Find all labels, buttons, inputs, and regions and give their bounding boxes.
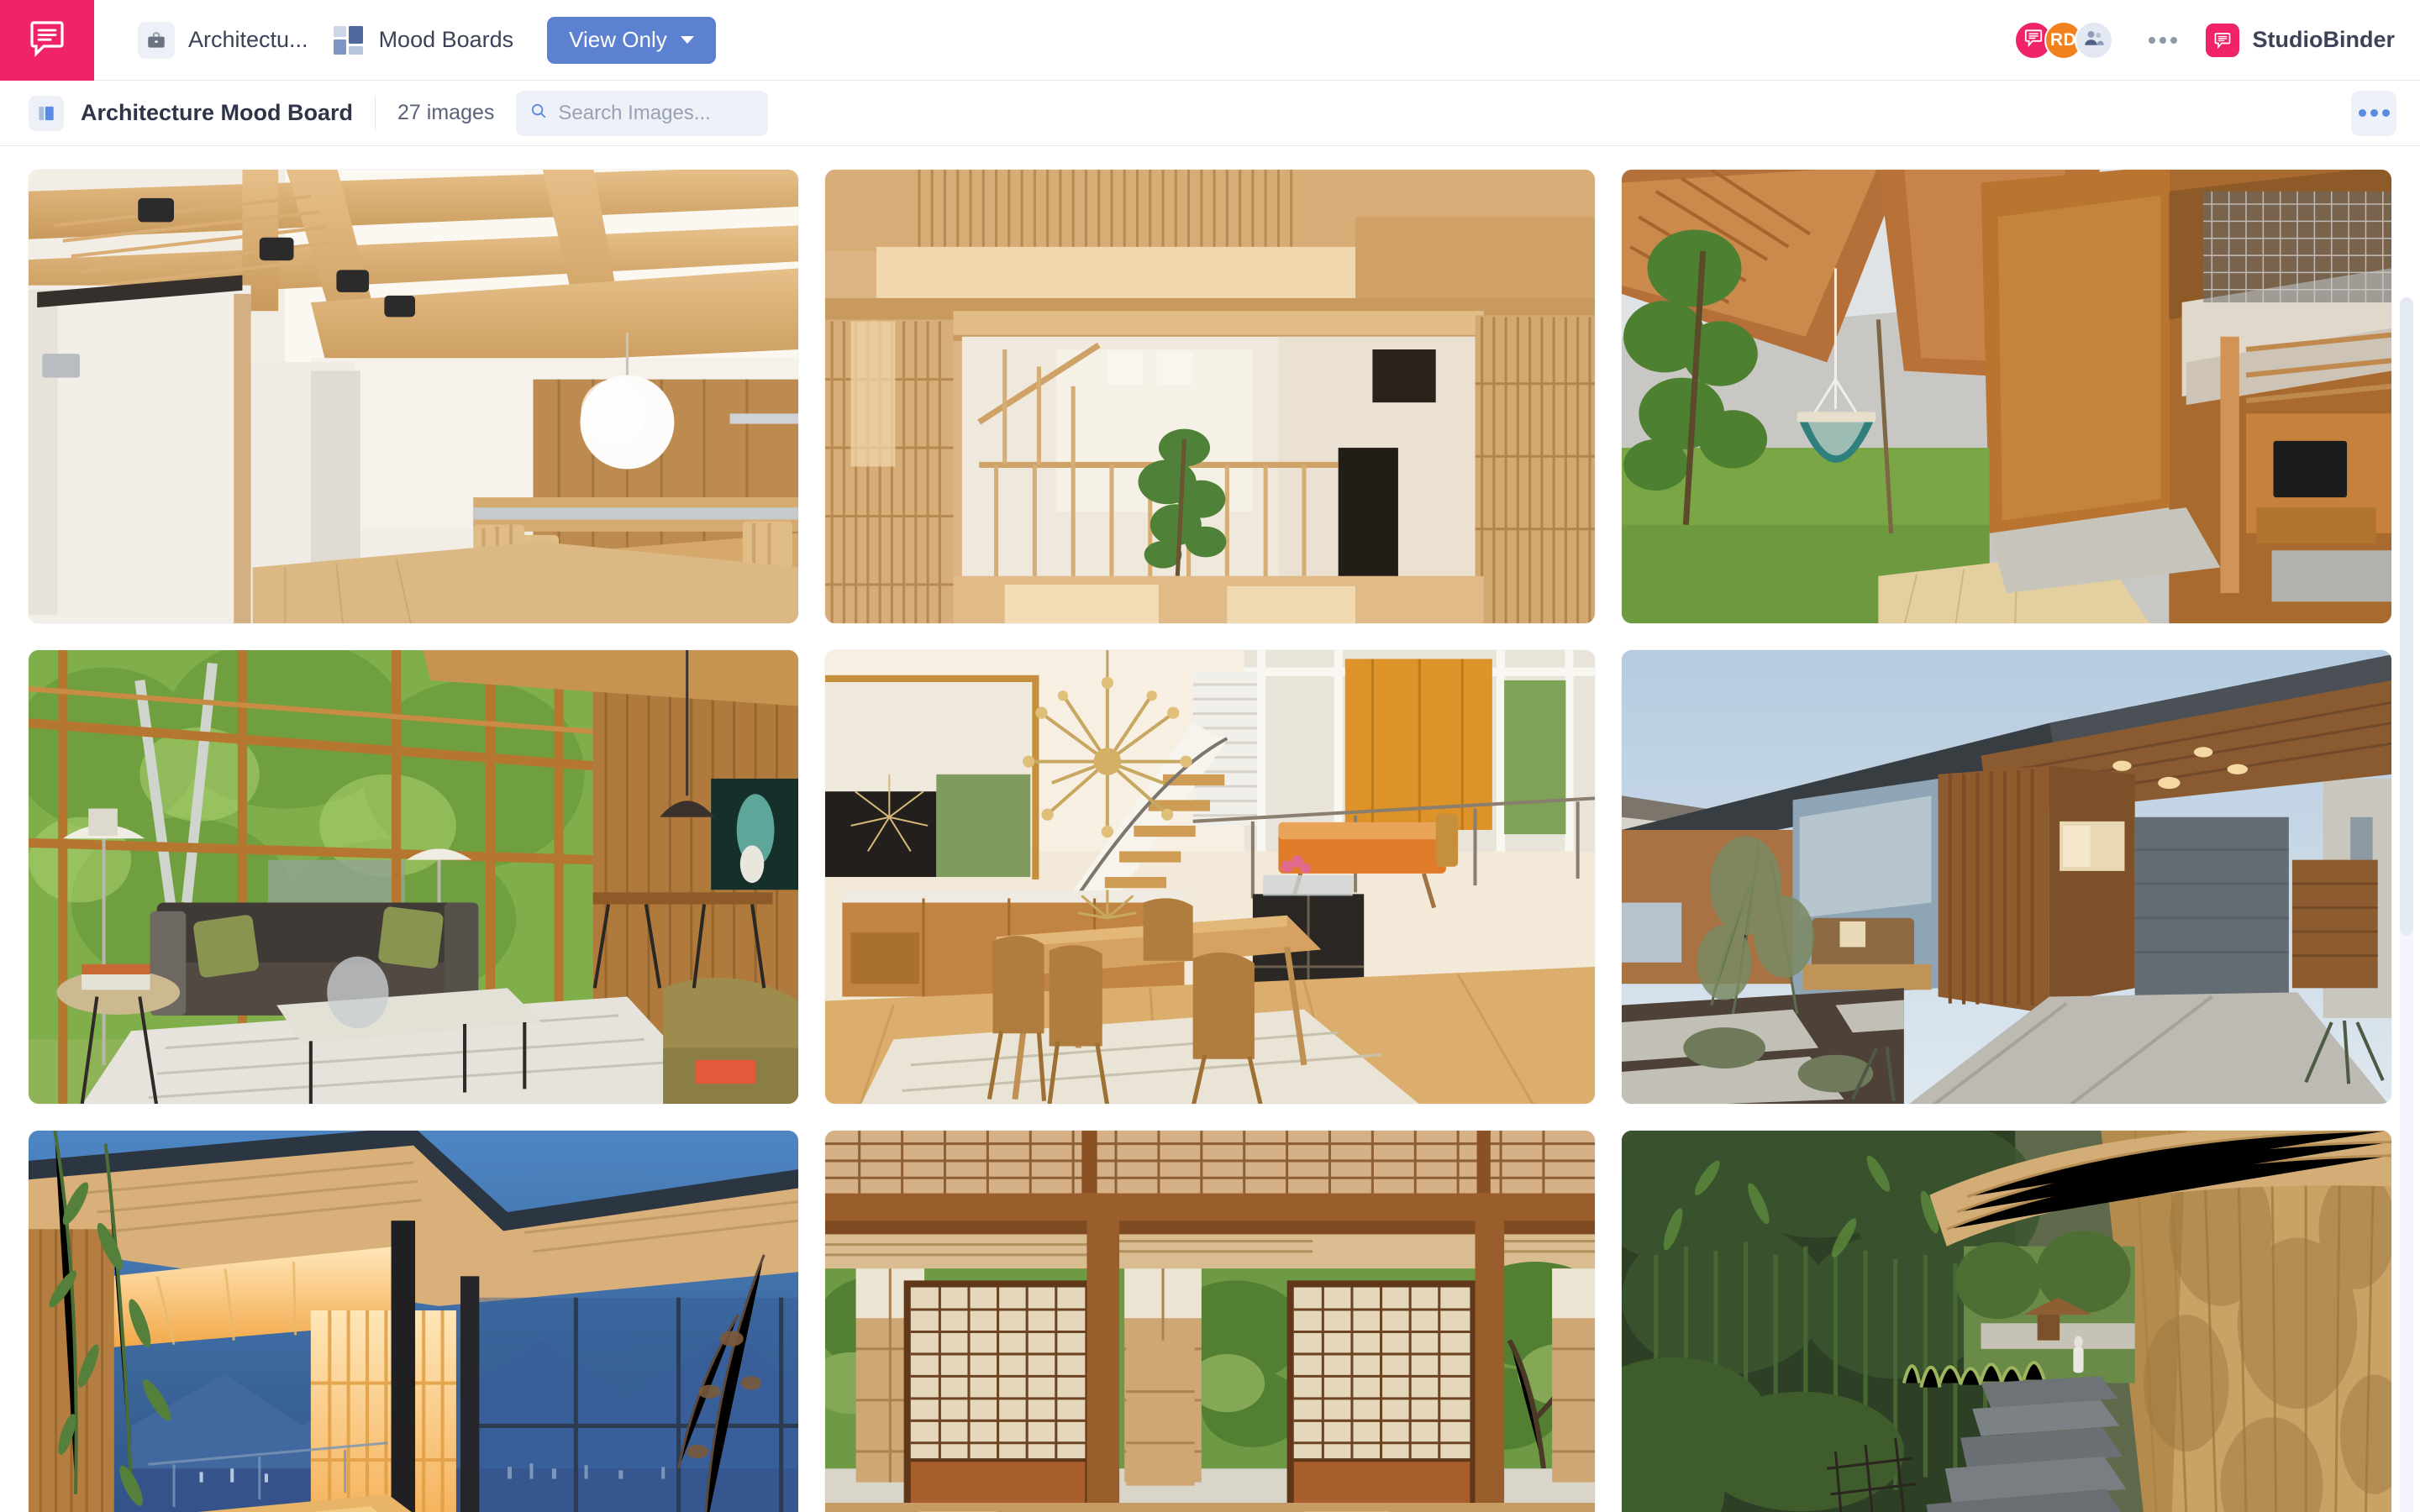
ellipsis-icon-dot — [2170, 36, 2177, 44]
page-title: Architecture Mood Board — [81, 100, 354, 125]
top-bar: Architectu... Mood Boards View Only RD S… — [0, 0, 2420, 81]
avatar-group[interactable] — [2074, 20, 2113, 60]
nav-item-project[interactable]: Architectu... — [126, 17, 320, 64]
studiobinder-chat-icon — [27, 18, 67, 62]
ellipsis-icon-dot — [2381, 109, 2390, 117]
top-navigation: Architectu... Mood Boards View Only — [126, 16, 716, 64]
briefcase-icon — [138, 21, 175, 59]
ellipsis-icon-dot — [2358, 109, 2366, 117]
search-images-field[interactable] — [516, 90, 769, 136]
board-panel-icon — [29, 95, 64, 131]
avatar-rd-initials: RD — [2049, 29, 2077, 50]
image-tile[interactable] — [1622, 1131, 2391, 1512]
ellipsis-icon-dot — [2148, 36, 2155, 44]
top-bar-right: RD StudioBinder — [2013, 20, 2420, 60]
image-tile[interactable] — [825, 170, 1595, 623]
board-options-button[interactable] — [2351, 90, 2396, 136]
avatar-stack: RD — [2013, 20, 2113, 60]
image-tile[interactable] — [825, 650, 1595, 1104]
view-only-button[interactable]: View Only — [547, 16, 716, 64]
image-tile[interactable] — [29, 650, 798, 1104]
chevron-down-icon — [680, 36, 694, 44]
nav-item-project-label: Architectu... — [188, 27, 308, 52]
image-tile[interactable] — [1622, 170, 2391, 623]
image-tile[interactable] — [29, 1131, 798, 1512]
studiobinder-chat-icon — [2023, 27, 2044, 53]
view-only-label: View Only — [569, 27, 667, 52]
image-gallery[interactable] — [0, 146, 2420, 1512]
nav-item-mood-boards-label: Mood Boards — [378, 27, 514, 52]
image-count-label: 27 images — [397, 101, 495, 124]
image-tile[interactable] — [825, 1131, 1595, 1512]
people-group-icon — [2082, 26, 2106, 54]
image-tile[interactable] — [29, 170, 798, 623]
search-icon — [529, 102, 548, 124]
nav-item-mood-boards[interactable]: Mood Boards — [320, 18, 526, 62]
search-input[interactable] — [558, 101, 755, 125]
gallery-scrollbar-thumb[interactable] — [2400, 297, 2413, 936]
divider — [375, 95, 376, 131]
image-tile[interactable] — [1622, 650, 2391, 1104]
mood-boards-grid-icon — [332, 24, 366, 57]
app-logo-button[interactable] — [0, 0, 94, 81]
top-bar-overflow-menu-button[interactable] — [2148, 36, 2177, 44]
app-name-label: StudioBinder — [2252, 27, 2396, 52]
image-grid — [29, 170, 2391, 1512]
board-sub-bar: Architecture Mood Board 27 images — [0, 81, 2420, 146]
studiobinder-logo-icon — [2205, 23, 2239, 57]
studiobinder-brand[interactable]: StudioBinder — [2205, 23, 2396, 57]
ellipsis-icon-dot — [2159, 36, 2166, 44]
ellipsis-icon-dot — [2370, 109, 2378, 117]
